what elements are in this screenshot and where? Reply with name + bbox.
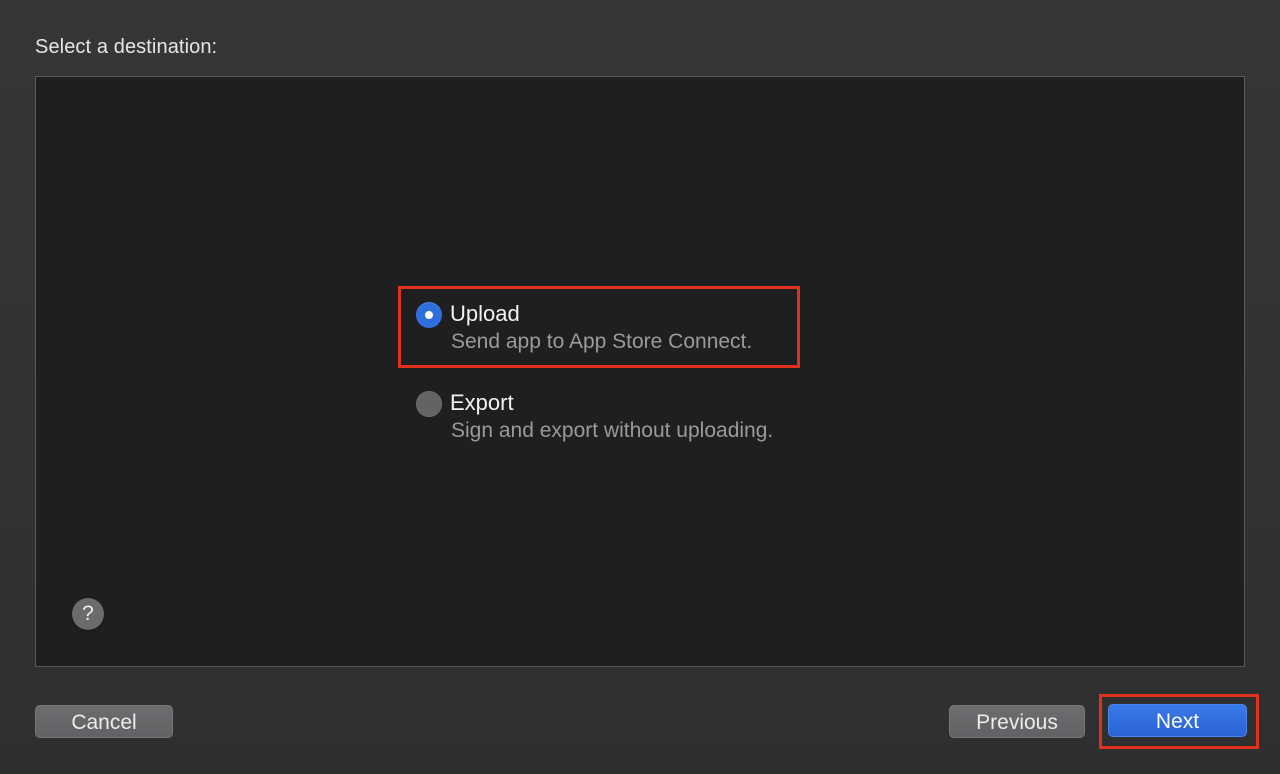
next-button[interactable]: Next [1108, 704, 1247, 737]
previous-button[interactable]: Previous [949, 705, 1085, 738]
dialog-heading: Select a destination: [35, 36, 218, 58]
option-export-title: Export [450, 390, 514, 415]
destination-panel [35, 76, 1245, 667]
option-upload-description: Send app to App Store Connect. [451, 330, 753, 353]
export-radio-button[interactable] [416, 391, 442, 417]
cancel-button[interactable]: Cancel [35, 705, 173, 738]
option-upload-title: Upload [450, 301, 520, 326]
help-icon[interactable]: ? [72, 598, 104, 630]
distribution-dialog: Select a destination: Upload Send app to… [0, 0, 1280, 774]
upload-radio-button[interactable] [416, 302, 442, 328]
option-export-description: Sign and export without uploading. [451, 419, 774, 442]
